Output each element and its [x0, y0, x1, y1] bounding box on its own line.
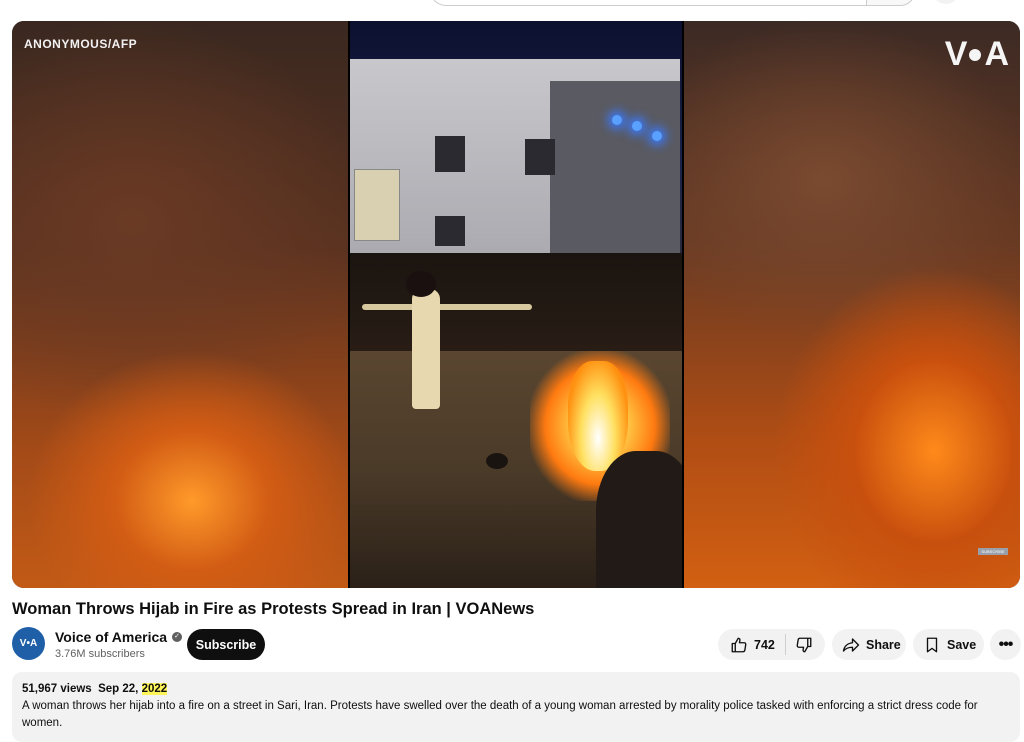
subscribe-button[interactable]: Subscribe — [187, 629, 265, 660]
video-building-shadow — [550, 81, 680, 261]
subscribe-watermark[interactable]: SUBSCRIBE — [978, 548, 1008, 555]
video-blur-right — [684, 21, 1020, 588]
channel-name-row[interactable]: Voice of America ✓ — [55, 629, 182, 645]
more-horizontal-icon: ••• — [999, 636, 1013, 654]
thumbs-up-icon — [730, 636, 748, 654]
like-button[interactable]: 742 — [718, 629, 785, 660]
bookmark-icon — [923, 636, 941, 654]
video-title: Woman Throws Hijab in Fire as Protests S… — [12, 600, 534, 619]
video-blue-light — [612, 115, 622, 125]
share-label: Share — [866, 638, 901, 652]
description-meta: 51,967 views Sep 22, 2022 — [22, 683, 1010, 695]
upload-date: Sep 22, 2022 — [98, 683, 167, 695]
dislike-button[interactable] — [785, 629, 825, 660]
video-window — [525, 139, 555, 175]
verified-icon: ✓ — [172, 632, 182, 642]
description-text: A woman throws her hijab into a fire on … — [22, 698, 982, 732]
voa-logo-v: V — [945, 35, 967, 74]
share-arrow-icon — [842, 636, 860, 654]
save-label: Save — [947, 638, 976, 652]
voa-logo-dot — [969, 49, 981, 61]
voa-logo: VA — [945, 35, 1008, 74]
video-blue-light — [652, 131, 662, 141]
video-frame — [348, 21, 684, 588]
description-box[interactable]: 51,967 views Sep 22, 2022 A woman throws… — [12, 672, 1020, 742]
like-count: 742 — [754, 638, 775, 652]
video-window — [435, 136, 465, 172]
voice-search-button[interactable] — [933, 0, 959, 4]
channel-name[interactable]: Voice of America — [55, 629, 167, 645]
more-options-button[interactable]: ••• — [990, 629, 1021, 660]
video-woman-arms — [362, 304, 532, 310]
video-hijab — [486, 453, 508, 469]
thumbs-down-icon — [795, 636, 813, 654]
video-blue-light — [632, 121, 642, 131]
search-input[interactable] — [430, 0, 867, 6]
video-woman-head — [406, 271, 436, 297]
video-window — [435, 216, 465, 246]
channel-avatar[interactable]: V•A — [12, 627, 45, 660]
like-dislike-group: 742 — [718, 629, 825, 660]
video-woman — [412, 289, 440, 409]
save-button[interactable]: Save — [913, 629, 984, 660]
share-button[interactable]: Share — [832, 629, 906, 660]
afp-watermark: ANONYMOUS/AFP — [24, 37, 137, 51]
video-player[interactable]: ANONYMOUS/AFP VA SUBSCRIBE — [12, 21, 1020, 588]
view-count: 51,967 views — [22, 683, 92, 695]
upload-date-prefix: Sep 22, — [98, 683, 141, 695]
voa-logo-a: A — [984, 35, 1008, 74]
subscriber-count: 3.76M subscribers — [55, 648, 145, 660]
video-storefront-sign — [354, 169, 400, 241]
video-blur-left — [12, 21, 348, 588]
search-button[interactable] — [866, 0, 916, 6]
upload-year-highlight: 2022 — [142, 683, 168, 695]
top-bar — [0, 0, 1024, 8]
video-foreground-figure — [596, 451, 684, 588]
video-fire — [568, 361, 628, 471]
